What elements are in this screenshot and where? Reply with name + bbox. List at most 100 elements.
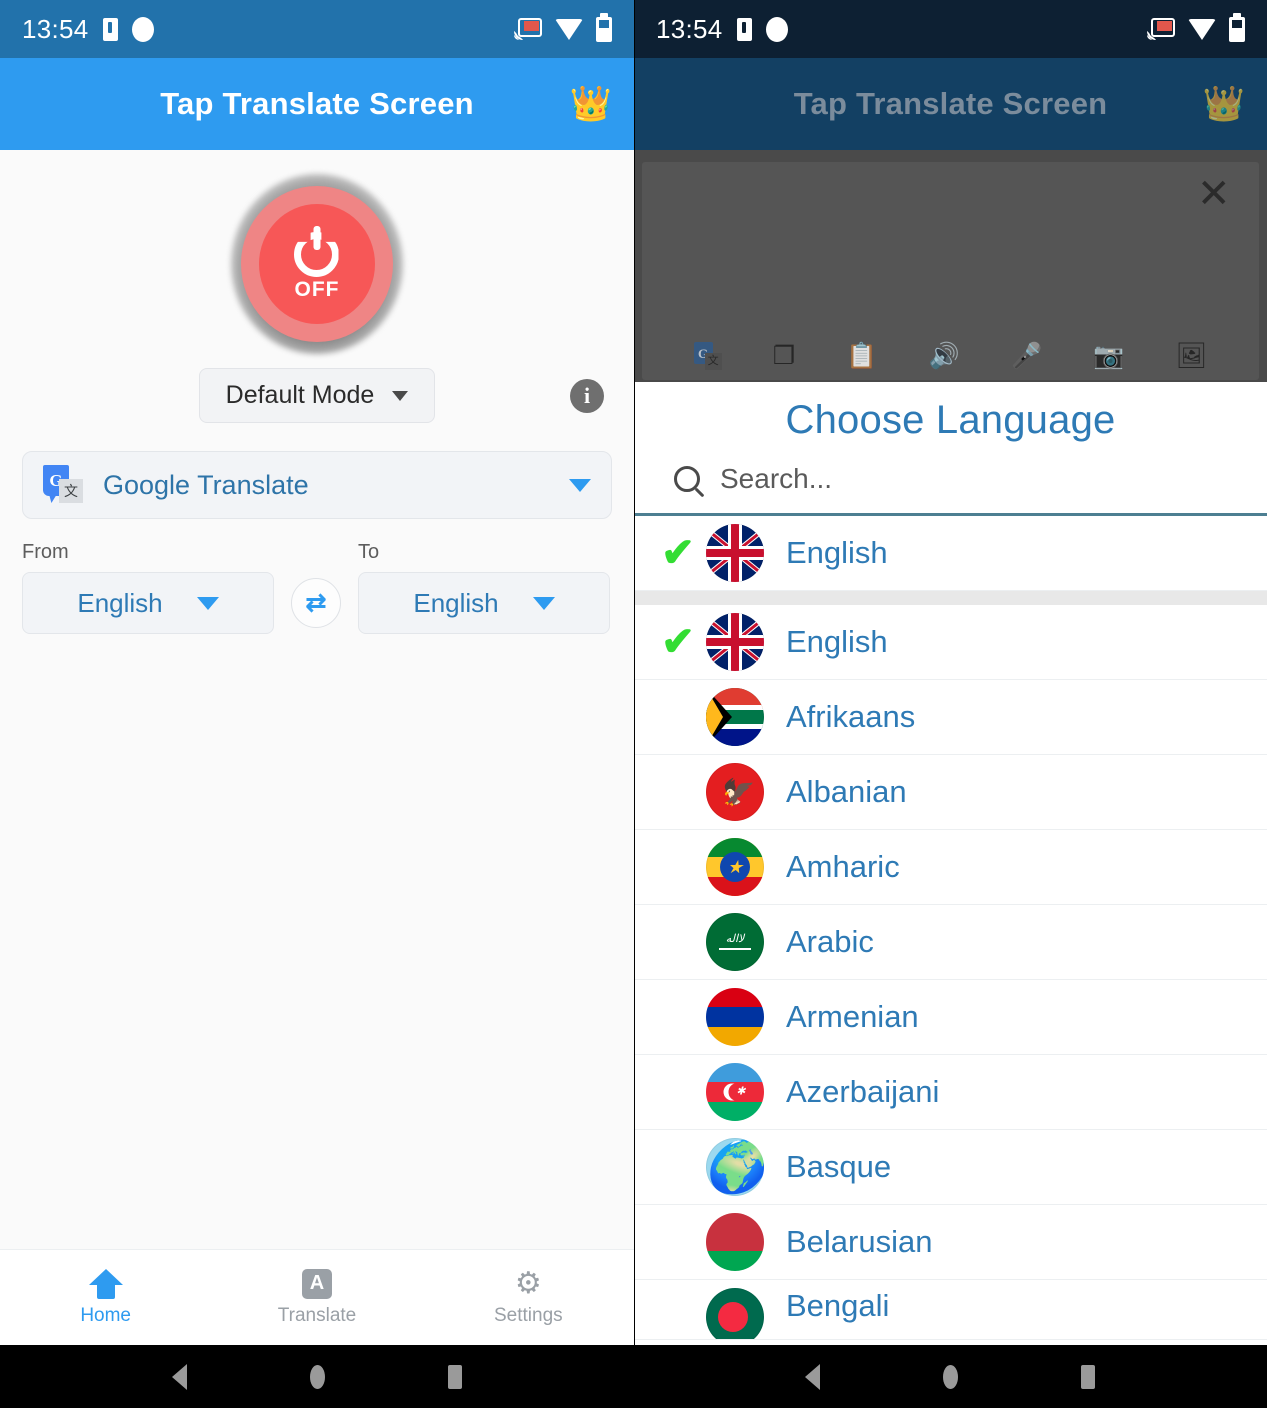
swap-languages-button[interactable]: ⇄ (291, 578, 341, 628)
overlay-toolbar: G 文 ❐ 📋 🔊 🎤 📷 🖼 (642, 342, 1259, 370)
mode-row: Default Mode i (0, 368, 634, 423)
wifi-icon (555, 18, 583, 40)
mode-selector-value: Default Mode (225, 381, 375, 409)
app-bar-right: Tap Translate Screen 👑 (634, 58, 1267, 150)
check-icon-placeholder (650, 697, 706, 737)
list-item-azerbaijani[interactable]: ✱ Azerbaijani (634, 1055, 1267, 1130)
nav-item-translate[interactable]: A Translate (211, 1250, 422, 1345)
android-nav-right (634, 1345, 1267, 1408)
from-to-row: From English ⇄ To English (22, 541, 612, 634)
power-toggle-button[interactable]: OFF (231, 174, 403, 354)
back-button[interactable] (805, 1363, 821, 1390)
search-input[interactable] (720, 463, 1267, 495)
list-item-afrikaans[interactable]: Afrikaans (634, 680, 1267, 755)
list-item-bengali[interactable]: Bengali (634, 1280, 1267, 1340)
close-icon[interactable]: ✕ (1197, 174, 1231, 214)
nav-item-home-label: Home (80, 1304, 131, 1326)
list-item-label: Bengali (786, 1288, 890, 1323)
pinned-language-label: English (786, 535, 888, 570)
check-icon-placeholder (650, 1288, 706, 1328)
choose-language-title: Choose Language (785, 398, 1116, 442)
gallery-icon[interactable]: 🖼 (1176, 343, 1208, 369)
flag-icon-globe: 🌍 (706, 1138, 764, 1196)
chevron-down-icon (532, 596, 555, 610)
list-item-label: Belarusian (786, 1224, 933, 1259)
list-item-amharic[interactable]: ★ Amharic (634, 830, 1267, 905)
microphone-icon[interactable]: 🎤 (1011, 343, 1042, 369)
list-item-basque[interactable]: 🌍 Basque (634, 1130, 1267, 1205)
status-bar-right-group (514, 12, 612, 42)
sim-card-icon (736, 17, 752, 41)
flag-icon-south-africa (706, 688, 764, 746)
flag-icon-armenia (706, 988, 764, 1046)
status-bar-left-group: 13:54 (22, 14, 154, 45)
left-content-area: OFF Default Mode i G 文 Google Translate (0, 150, 634, 1345)
to-language-dropdown[interactable]: English (358, 572, 610, 634)
panel-divider (634, 0, 635, 1345)
dimmed-overlay-area: ✕ G 文 ❐ 📋 🔊 🎤 📷 🖼 (634, 150, 1267, 382)
from-language-dropdown[interactable]: English (22, 572, 274, 634)
check-icon-placeholder (650, 1147, 706, 1187)
cast-icon (1147, 18, 1175, 40)
list-item-albanian[interactable]: 🦅 Albanian (634, 755, 1267, 830)
nav-item-translate-label: Translate (277, 1304, 357, 1326)
camera-icon[interactable]: 📷 (1093, 343, 1124, 369)
bottom-navigation-bar: Home A Translate ⚙ Settings (0, 1249, 634, 1345)
floating-translate-card: ✕ G 文 ❐ 📋 🔊 🎤 📷 🖼 (642, 162, 1259, 380)
flag-icon-ethiopia: ★ (706, 838, 764, 896)
list-item-belarusian[interactable]: Belarusian (634, 1205, 1267, 1280)
flag-icon-uk (706, 613, 764, 671)
mode-selector-dropdown[interactable]: Default Mode (198, 368, 436, 423)
check-icon-placeholder (650, 1072, 706, 1112)
flag-icon-azerbaijan: ✱ (706, 1063, 764, 1121)
info-icon[interactable]: i (570, 378, 604, 413)
check-icon-placeholder (650, 847, 706, 887)
to-language-value: English (413, 587, 499, 618)
battery-icon (1229, 12, 1245, 42)
home-button[interactable] (309, 1364, 325, 1389)
crown-icon[interactable]: 👑 (570, 87, 612, 121)
check-icon-placeholder (650, 997, 706, 1037)
google-translate-icon: G 文 (43, 465, 83, 505)
check-icon-placeholder (650, 922, 706, 962)
from-label: From (22, 541, 69, 563)
nav-item-settings[interactable]: ⚙ Settings (423, 1250, 634, 1345)
translation-engine-dropdown[interactable]: G 文 Google Translate (22, 451, 612, 519)
chevron-down-icon (569, 478, 591, 492)
check-icon-placeholder (650, 772, 706, 812)
list-item-label: Basque (786, 1149, 892, 1184)
status-bar-left: 13:54 (0, 0, 634, 58)
recents-button[interactable] (447, 1364, 462, 1389)
app-title-right: Tap Translate Screen (793, 86, 1108, 121)
power-button-inner: OFF (259, 204, 375, 324)
from-language-value: English (77, 587, 163, 618)
crown-icon[interactable]: 👑 (1203, 87, 1245, 121)
choose-language-sheet: Choose Language ✔ English ✔ (634, 382, 1267, 1345)
power-state-label: OFF (294, 278, 340, 301)
nav-item-home[interactable]: Home (0, 1250, 211, 1345)
list-item-label: Afrikaans (786, 699, 916, 734)
status-bar-clock: 13:54 (22, 13, 89, 44)
home-button[interactable] (943, 1364, 959, 1389)
clipboard-text-icon[interactable]: 📋 (846, 343, 877, 369)
to-language-group: To English (358, 541, 610, 634)
recents-button[interactable] (1081, 1364, 1096, 1389)
list-item-label: Azerbaijani (786, 1074, 940, 1109)
swap-arrows-icon: ⇄ (305, 588, 327, 617)
pinned-language-row[interactable]: ✔ English (634, 516, 1267, 591)
left-phone-panel: 13:54 Tap Translate Screen 👑 OFF Default… (0, 0, 634, 1345)
google-translate-icon[interactable]: G 文 (693, 342, 722, 370)
list-item-armenian[interactable]: Armenian (634, 980, 1267, 1055)
back-button[interactable] (171, 1363, 187, 1390)
list-item-arabic[interactable]: لااله Arabic (634, 905, 1267, 980)
language-search-row[interactable] (634, 453, 1267, 513)
speaker-icon[interactable]: 🔊 (929, 343, 960, 369)
power-button-wrap: OFF (0, 150, 634, 354)
check-icon: ✔ (661, 531, 695, 575)
status-bar-right-left-group: 13:54 (656, 14, 788, 45)
sim-card-icon (102, 17, 118, 41)
power-icon (293, 226, 341, 277)
copy-icon[interactable]: ❐ (773, 343, 795, 369)
chevron-down-icon (196, 596, 219, 610)
list-item-english[interactable]: ✔ English (634, 605, 1267, 680)
